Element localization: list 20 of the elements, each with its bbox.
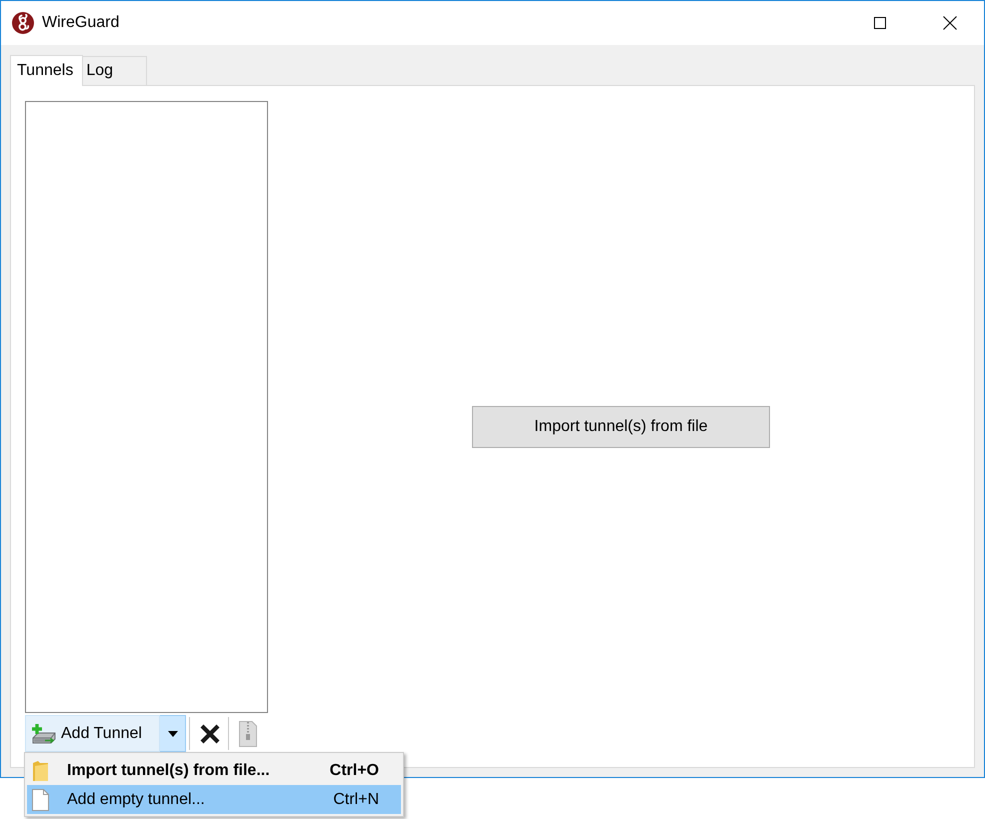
maximize-icon[interactable]: [874, 17, 886, 29]
logo-icon: [12, 12, 34, 34]
import-button[interactable]: Import tunnel(s) from file: [472, 406, 770, 448]
dropdown-button[interactable]: [160, 715, 186, 752]
add-drive-icon: [31, 722, 57, 744]
shortcut-label: Ctrl+O: [330, 762, 379, 780]
cross-icon[interactable]: [200, 724, 220, 744]
menu-item-label: Import tunnel(s) from file...: [67, 762, 271, 780]
tab[interactable]: Log: [82, 56, 148, 85]
document-icon: [32, 788, 49, 810]
add-tunnel-button[interactable]: Add Tunnel: [25, 715, 160, 752]
caret-icon: [168, 730, 178, 736]
menu-item-label: Add empty tunnel...: [67, 790, 206, 808]
folder-icon: [32, 760, 49, 782]
window-title: WireGuard: [42, 14, 120, 32]
menu-item[interactable]: Add empty tunnel... Ctrl+N: [27, 785, 401, 814]
tab[interactable]: Tunnels: [10, 55, 84, 86]
close-icon[interactable]: [943, 16, 957, 30]
menu-item[interactable]: Import tunnel(s) from file... Ctrl+O: [27, 756, 401, 785]
shortcut-label: Ctrl+N: [333, 790, 379, 808]
